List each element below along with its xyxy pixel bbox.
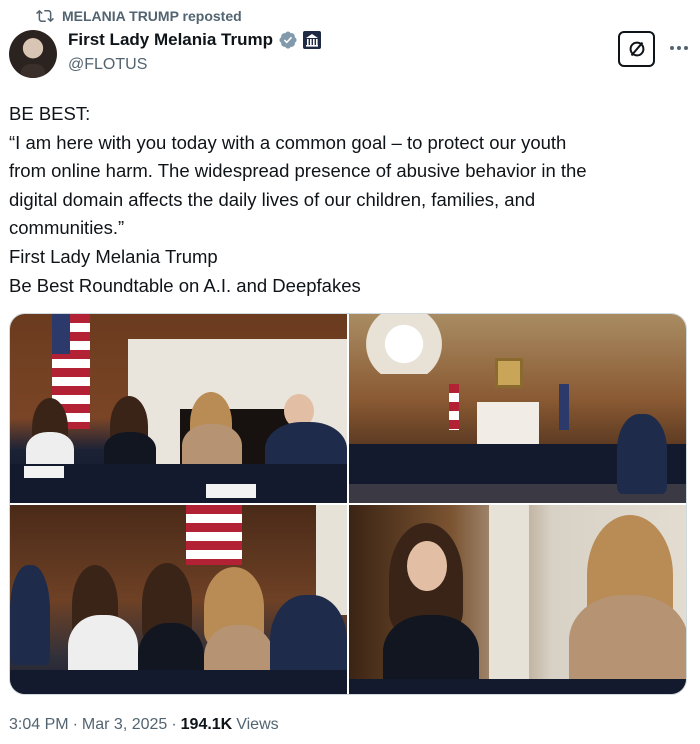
- tweet-line: “I am here with you today with a common …: [9, 131, 567, 153]
- tweet-line: communities.”: [9, 217, 125, 239]
- tweet-line: BE BEST:: [9, 103, 91, 124]
- american-flag-canton: [52, 314, 70, 354]
- tweet-time[interactable]: 3:04 PM: [9, 716, 69, 734]
- flag: [559, 384, 569, 430]
- photo-3[interactable]: [10, 505, 347, 694]
- views-label: Views: [236, 716, 279, 733]
- author-display-name[interactable]: First Lady Melania Trump: [68, 30, 273, 50]
- more-button[interactable]: [664, 36, 694, 60]
- government-badge-icon[interactable]: [303, 31, 321, 49]
- separator: ·: [171, 716, 177, 733]
- american-flag: [186, 505, 242, 565]
- repost-icon: [36, 9, 54, 23]
- table: [349, 679, 686, 694]
- more-icon: [670, 46, 674, 50]
- tweet-line: from online harm. The widespread presenc…: [9, 160, 587, 182]
- name-placard: [206, 484, 256, 498]
- fireplace: [477, 402, 539, 444]
- views-count[interactable]: 194.1K: [181, 716, 233, 734]
- repost-text: MELANIA TRUMP reposted: [62, 8, 242, 24]
- tweet-line: digital domain affects the daily lives o…: [9, 188, 536, 210]
- portrait-frame: [495, 358, 523, 388]
- verified-badge-icon[interactable]: [278, 30, 298, 50]
- name-placard: [24, 466, 64, 478]
- tweet-line: Be Best Roundtable on A.I. and Deepfakes: [9, 274, 361, 296]
- photo-4[interactable]: [349, 505, 686, 694]
- photo-1[interactable]: [10, 314, 347, 503]
- media-grid: [9, 313, 687, 695]
- column: [489, 505, 529, 694]
- author-handle[interactable]: @FLOTUS: [68, 56, 147, 74]
- person: [407, 541, 447, 591]
- table: [10, 670, 347, 694]
- avatar[interactable]: [9, 30, 57, 78]
- person: [10, 565, 50, 665]
- author-name-row[interactable]: First Lady Melania Trump: [68, 30, 321, 50]
- tweet-line: First Lady Melania Trump: [9, 245, 218, 267]
- repost-header[interactable]: MELANIA TRUMP reposted: [36, 6, 242, 26]
- separator: ·: [72, 716, 78, 733]
- chandelier: [349, 314, 459, 374]
- tweet-date[interactable]: Mar 3, 2025: [82, 716, 167, 734]
- photo-2[interactable]: [349, 314, 686, 503]
- person: [617, 414, 667, 494]
- american-flag: [449, 384, 459, 430]
- grok-icon: [629, 41, 644, 57]
- tweet-text: BE BEST: “I am here with you today with …: [9, 100, 689, 300]
- grok-button[interactable]: [618, 31, 655, 67]
- tweet-meta: 3:04 PM · Mar 3, 2025 · 194.1K Views: [9, 716, 279, 734]
